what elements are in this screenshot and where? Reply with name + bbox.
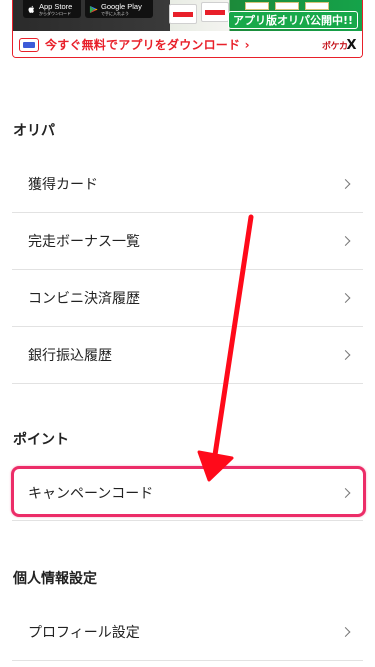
banner-promo-image: App Store からダウンロード Google Play で手に入れよう ア… [13, 0, 362, 31]
menu-item-label: キャンペーンコード [28, 485, 154, 502]
app-store-title: App Store [39, 1, 73, 11]
google-play-subtitle: で手に入れよう [101, 10, 129, 16]
google-play-badge[interactable]: Google Play で手に入れよう [85, 0, 153, 18]
menu-item-label: プロフィール設定 [28, 625, 140, 641]
chevron-right-icon [340, 487, 351, 498]
app-store-badge[interactable]: App Store からダウンロード [23, 0, 81, 18]
app-download-banner[interactable]: App Store からダウンロード Google Play で手に入れよう ア… [12, 0, 363, 58]
banner-card-image [275, 2, 299, 10]
banner-headline: アプリ版オリパ公開中!! [227, 11, 358, 29]
chevron-right-icon [340, 236, 351, 246]
chevron-right-icon [340, 293, 351, 303]
menu-item-bank-transfer-history[interactable]: 銀行振込履歴 [12, 327, 363, 384]
menu-item-label: 銀行振込履歴 [28, 348, 112, 364]
banner-brand-x: X [346, 38, 356, 53]
menu-item-label: コンビニ決済履歴 [28, 291, 140, 307]
app-store-subtitle: からダウンロード [39, 10, 71, 16]
google-play-icon [89, 5, 98, 13]
banner-cta-bar[interactable]: 今すぐ無料でアプリをダウンロード › ポケカX [13, 31, 362, 57]
app-logo-icon [19, 37, 39, 52]
chevron-right-icon [340, 350, 351, 360]
apple-icon [28, 5, 35, 13]
chevron-right-icon [340, 627, 351, 637]
google-play-title: Google Play [101, 1, 142, 11]
section-title-personal-info: 個人情報設定 [13, 571, 97, 587]
menu-item-label: 完走ボーナス一覧 [28, 234, 140, 250]
section-title-point: ポイント [13, 432, 69, 448]
banner-cta-text[interactable]: 今すぐ無料でアプリをダウンロード › [45, 36, 250, 53]
banner-phone-image [201, 2, 229, 22]
menu-item-acquired-cards[interactable]: 獲得カード [12, 156, 363, 213]
menu-item-profile-settings[interactable]: プロフィール設定 [12, 604, 363, 661]
banner-card-image [305, 2, 329, 10]
banner-brand-logo: ポケカX [321, 38, 357, 53]
banner-phone-image [169, 4, 197, 24]
menu-item-convenience-payment-history[interactable]: コンビニ決済履歴 [12, 270, 363, 327]
banner-card-image [245, 2, 269, 10]
menu-item-label: 獲得カード [28, 177, 98, 193]
section-title-oripa: オリパ [13, 123, 55, 139]
menu-item-completion-bonus[interactable]: 完走ボーナス一覧 [12, 213, 363, 270]
menu-item-campaign-code[interactable]: キャンペーンコード [12, 465, 363, 521]
banner-brand-text: ポケカ [321, 42, 348, 52]
chevron-right-icon [340, 179, 351, 189]
